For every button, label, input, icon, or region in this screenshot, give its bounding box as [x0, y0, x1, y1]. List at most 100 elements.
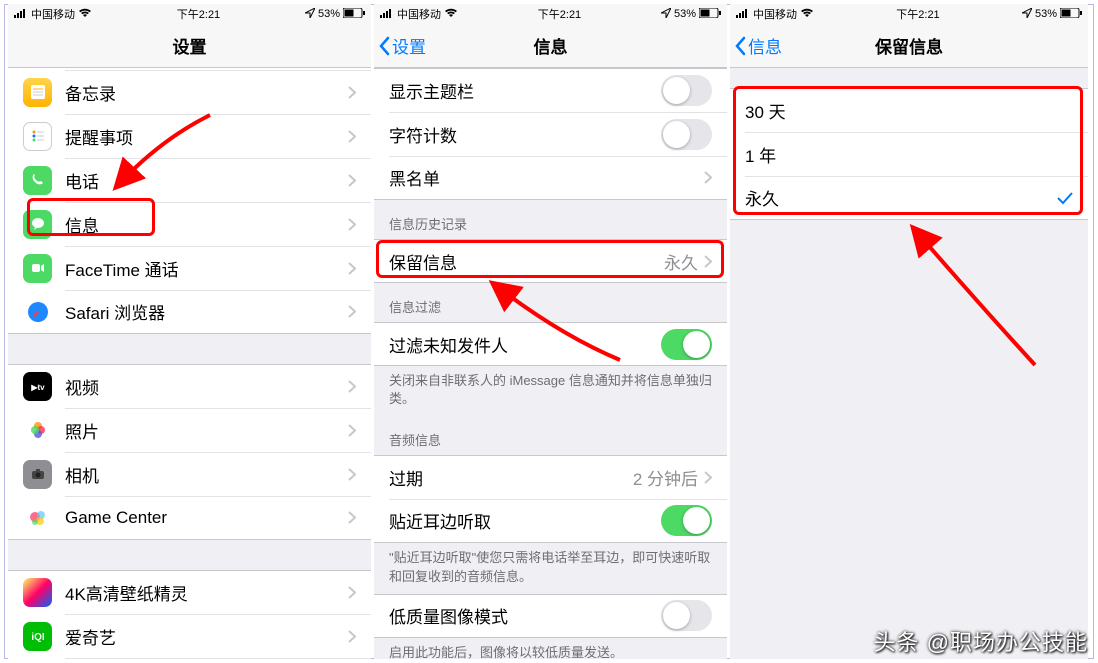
toggle-on[interactable]	[661, 329, 712, 360]
row-camera[interactable]: 相机	[8, 452, 371, 496]
footer-filter: 关闭来自非联系人的 iMessage 信息通知并将信息单独归类。	[374, 366, 727, 416]
row-value: 2 分钟后	[633, 465, 698, 490]
option-30-days[interactable]: 30 天	[730, 88, 1088, 132]
row-label: 30 天	[745, 98, 1073, 123]
settings-scroll[interactable]: 日历 备忘录 提醒事项 电话 信	[8, 68, 371, 659]
row-label: 电话	[65, 168, 348, 193]
status-bar: 中国移动 下午2:21 53%	[8, 4, 371, 24]
header-history: 信息历史记录	[374, 200, 727, 239]
wifi-icon	[800, 8, 814, 21]
row-label: 保留信息	[389, 249, 664, 274]
camera-icon	[23, 460, 52, 489]
row-expire[interactable]: 过期 2 分钟后	[374, 455, 727, 499]
row-raise[interactable]: 贴近耳边听取	[374, 499, 727, 543]
chevron-right-icon	[348, 380, 356, 393]
row-label: 相机	[65, 462, 348, 487]
row-label: 低质量图像模式	[389, 603, 661, 628]
row-label: 过期	[389, 465, 633, 490]
pane-settings: 中国移动 下午2:21 53% 设置 日历	[8, 4, 371, 659]
back-button[interactable]: 设置	[378, 24, 426, 67]
row-label: 贴近耳边听取	[389, 508, 661, 533]
battery-icon	[1060, 8, 1082, 21]
signal-icon	[736, 8, 750, 21]
row-label: 1 年	[745, 142, 1073, 167]
watermark: 头条 @职场办公技能	[874, 625, 1088, 657]
chevron-right-icon	[704, 471, 712, 484]
row-keep-messages[interactable]: 保留信息 永久	[374, 239, 727, 283]
chevron-right-icon	[348, 174, 356, 187]
row-messages[interactable]: 信息	[8, 202, 371, 246]
row-label: Game Center	[65, 508, 348, 528]
footer-raise: "贴近耳边听取"使您只需将电话举至耳边，即可快速听取和回复收到的音频信息。	[374, 543, 727, 593]
row-char-count[interactable]: 字符计数	[374, 112, 727, 156]
battery-icon	[699, 8, 721, 21]
row-value: 永久	[664, 249, 698, 274]
chevron-right-icon	[348, 424, 356, 437]
carrier-label: 中国移动	[397, 6, 441, 22]
pane-messages-settings: 中国移动 下午2:21 53% 设置 信息 显示主题栏 字符计数 黑名单 信息历	[374, 4, 727, 659]
row-show-subject[interactable]: 显示主题栏	[374, 68, 727, 112]
row-gamecenter[interactable]: Game Center	[8, 496, 371, 540]
status-bar: 中国移动 下午2:21 53%	[374, 4, 727, 24]
row-filter-unknown[interactable]: 过滤未知发件人	[374, 322, 727, 366]
safari-icon	[23, 297, 52, 326]
row-label: 显示主题栏	[389, 78, 661, 103]
footer-lowq: 启用此功能后，图像将以较低质量发送。	[374, 638, 727, 659]
battery-percent: 53%	[674, 8, 696, 20]
checkmark-icon	[1057, 191, 1073, 205]
carrier-label: 中国移动	[753, 6, 797, 22]
nav-title: 信息	[534, 33, 568, 58]
row-label: 过滤未知发件人	[389, 332, 661, 357]
row-reminders[interactable]: 提醒事项	[8, 114, 371, 158]
row-baidu[interactable]: 百度	[8, 658, 371, 659]
chevron-right-icon	[348, 262, 356, 275]
pane-keep-messages: 中国移动 下午2:21 53% 信息 保留信息 30 天 1 年 永久	[730, 4, 1088, 659]
chevron-right-icon	[348, 305, 356, 318]
row-safari[interactable]: Safari 浏览器	[8, 290, 371, 334]
battery-icon	[343, 8, 365, 21]
nav-bar: 信息 保留信息	[730, 24, 1088, 68]
keep-scroll[interactable]: 30 天 1 年 永久	[730, 68, 1088, 659]
toggle-off[interactable]	[661, 119, 712, 150]
row-iqiyi[interactable]: iQI 爱奇艺	[8, 614, 371, 658]
nav-title: 设置	[173, 33, 207, 58]
row-label: 照片	[65, 418, 348, 443]
chevron-right-icon	[704, 171, 712, 184]
phone-icon	[23, 166, 52, 195]
row-notes[interactable]: 备忘录	[8, 70, 371, 114]
nav-bar: 设置 信息	[374, 24, 727, 68]
location-icon	[1022, 8, 1032, 21]
chevron-right-icon	[348, 586, 356, 599]
wifi-icon	[444, 8, 458, 21]
row-phone[interactable]: 电话	[8, 158, 371, 202]
clock-label: 下午2:21	[896, 6, 939, 22]
row-facetime[interactable]: FaceTime 通话	[8, 246, 371, 290]
back-button[interactable]: 信息	[734, 24, 782, 67]
row-label: 黑名单	[389, 165, 704, 190]
option-1-year[interactable]: 1 年	[730, 132, 1088, 176]
chevron-right-icon	[348, 630, 356, 643]
nav-bar: 设置	[8, 24, 371, 68]
signal-icon	[14, 8, 28, 21]
row-tv[interactable]: ▶tv 视频	[8, 364, 371, 408]
row-label: 字符计数	[389, 122, 661, 147]
messages-scroll[interactable]: 显示主题栏 字符计数 黑名单 信息历史记录 保留信息 永久 信息过滤 过滤未知发…	[374, 68, 727, 659]
back-label: 设置	[392, 33, 426, 58]
back-label: 信息	[748, 33, 782, 58]
row-lowq[interactable]: 低质量图像模式	[374, 594, 727, 638]
facetime-icon	[23, 254, 52, 283]
toggle-off[interactable]	[661, 600, 712, 631]
option-forever[interactable]: 永久	[730, 176, 1088, 220]
header-filter: 信息过滤	[374, 283, 727, 322]
row-label: 视频	[65, 374, 348, 399]
carrier-label: 中国移动	[31, 6, 75, 22]
messages-icon	[23, 210, 52, 239]
row-photos[interactable]: 照片	[8, 408, 371, 452]
chevron-left-icon	[734, 36, 746, 56]
row-label: 4K高清壁纸精灵	[65, 580, 348, 605]
row-blacklist[interactable]: 黑名单	[374, 156, 727, 200]
row-wallpaper[interactable]: 4K高清壁纸精灵	[8, 570, 371, 614]
chevron-right-icon	[348, 511, 356, 524]
toggle-on[interactable]	[661, 505, 712, 536]
toggle-off[interactable]	[661, 75, 712, 106]
